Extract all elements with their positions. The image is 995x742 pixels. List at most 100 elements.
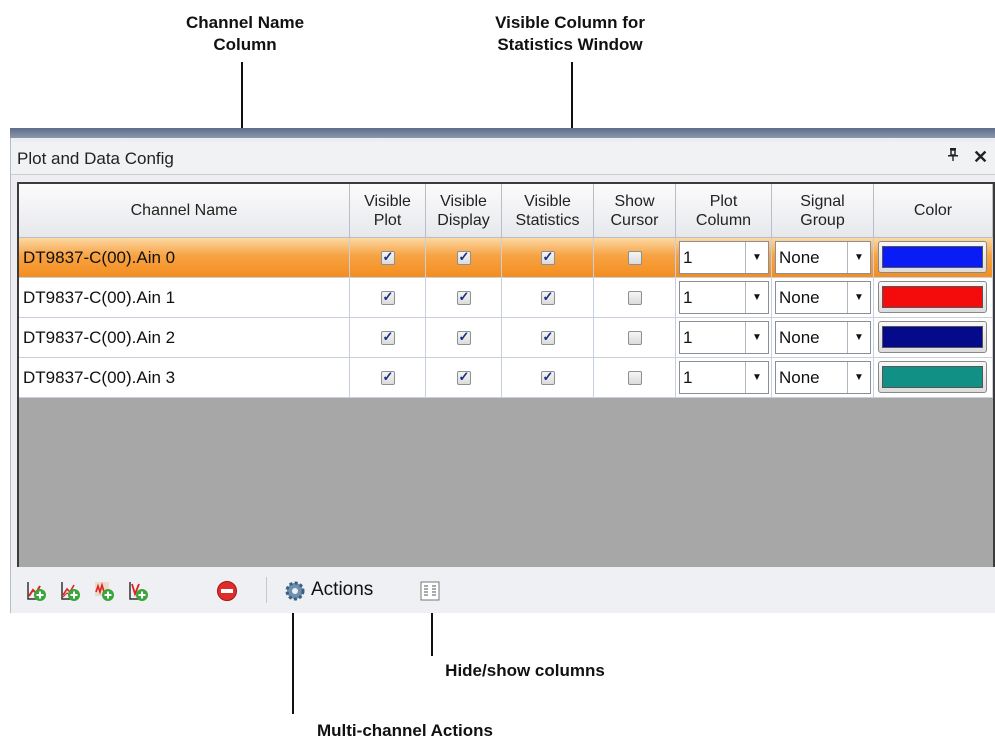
visible-plot-cell bbox=[350, 238, 426, 278]
channel-name-cell: DT9837-C(00).Ain 0 bbox=[19, 238, 350, 278]
plot-column-dropdown[interactable]: 1 ▼ bbox=[679, 241, 769, 274]
channel-name[interactable]: DT9837-C(00).Ain 1 bbox=[23, 288, 175, 308]
toolbar-separator bbox=[266, 577, 267, 603]
show-cursor-cell bbox=[594, 238, 676, 278]
color-swatch bbox=[882, 246, 983, 268]
plot-column-dropdown[interactable]: 1 ▼ bbox=[679, 281, 769, 314]
visible-statistics-cell bbox=[502, 238, 594, 278]
close-icon[interactable]: ✕ bbox=[973, 147, 988, 168]
panel-top-border bbox=[10, 128, 995, 138]
visible-plot-checkbox[interactable] bbox=[380, 289, 395, 305]
add-fft-plot-icon[interactable] bbox=[93, 580, 115, 602]
signal-group-value: None bbox=[779, 368, 820, 387]
add-xy-plot-icon[interactable] bbox=[127, 580, 149, 602]
channel-name-cell: DT9837-C(00).Ain 2 bbox=[19, 318, 350, 358]
header-visible-plot[interactable]: Visible Plot bbox=[350, 184, 426, 238]
add-multi-plot-icon[interactable] bbox=[59, 580, 81, 602]
plot-column-cell: 1 ▼ bbox=[676, 238, 772, 278]
channel-name[interactable]: DT9837-C(00).Ain 2 bbox=[23, 328, 175, 348]
visible-display-checkbox[interactable] bbox=[456, 329, 471, 345]
visible-plot-cell bbox=[350, 278, 426, 318]
header-visible-statistics[interactable]: Visible Statistics bbox=[502, 184, 594, 238]
signal-group-value: None bbox=[779, 328, 820, 347]
chevron-down-icon[interactable]: ▼ bbox=[745, 282, 768, 313]
channel-name[interactable]: DT9837-C(00).Ain 0 bbox=[23, 248, 175, 268]
chevron-down-icon[interactable]: ▼ bbox=[745, 322, 768, 353]
visible-plot-checkbox[interactable] bbox=[380, 369, 395, 385]
signal-group-cell: None ▼ bbox=[772, 318, 874, 358]
signal-group-cell: None ▼ bbox=[772, 278, 874, 318]
callout-line-hide-show bbox=[431, 610, 433, 656]
plot-column-value: 1 bbox=[683, 328, 693, 347]
show-cursor-checkbox[interactable] bbox=[627, 250, 642, 265]
callout-line-multi-actions bbox=[292, 610, 294, 714]
gear-icon[interactable] bbox=[284, 580, 306, 602]
signal-group-dropdown[interactable]: None ▼ bbox=[775, 281, 871, 314]
signal-group-dropdown[interactable]: None ▼ bbox=[775, 361, 871, 394]
chevron-down-icon[interactable]: ▼ bbox=[745, 362, 768, 393]
channel-name-cell: DT9837-C(00).Ain 3 bbox=[19, 358, 350, 398]
visible-statistics-checkbox[interactable] bbox=[540, 369, 555, 385]
color-cell bbox=[874, 318, 993, 358]
columns-icon[interactable] bbox=[419, 580, 441, 602]
visible-plot-checkbox[interactable] bbox=[380, 329, 395, 345]
chevron-down-icon[interactable]: ▼ bbox=[847, 322, 870, 353]
color-picker-button[interactable] bbox=[878, 361, 987, 393]
panel-titlebar: Plot and Data Config ✕ bbox=[11, 142, 995, 175]
signal-group-value: None bbox=[779, 248, 820, 267]
show-cursor-checkbox[interactable] bbox=[627, 290, 642, 305]
plot-column-value: 1 bbox=[683, 288, 693, 307]
signal-group-dropdown[interactable]: None ▼ bbox=[775, 241, 871, 274]
header-color[interactable]: Color bbox=[874, 184, 993, 238]
visible-display-checkbox[interactable] bbox=[456, 249, 471, 265]
panel-title: Plot and Data Config bbox=[17, 149, 174, 168]
header-show-cursor[interactable]: Show Cursor bbox=[594, 184, 676, 238]
signal-group-value: None bbox=[779, 288, 820, 307]
visible-display-checkbox[interactable] bbox=[456, 289, 471, 305]
color-cell bbox=[874, 358, 993, 398]
visible-display-cell bbox=[426, 358, 502, 398]
header-signal-group[interactable]: Signal Group bbox=[772, 184, 874, 238]
signal-group-cell: None ▼ bbox=[772, 358, 874, 398]
chevron-down-icon[interactable]: ▼ bbox=[847, 282, 870, 313]
chevron-down-icon[interactable]: ▼ bbox=[847, 362, 870, 393]
show-cursor-checkbox[interactable] bbox=[627, 370, 642, 385]
visible-plot-checkbox[interactable] bbox=[380, 249, 395, 265]
color-picker-button[interactable] bbox=[878, 241, 987, 273]
callout-hide-show-columns: Hide/show columns bbox=[445, 661, 605, 680]
visible-statistics-cell bbox=[502, 358, 594, 398]
plot-column-dropdown[interactable]: 1 ▼ bbox=[679, 321, 769, 354]
visible-display-checkbox[interactable] bbox=[456, 369, 471, 385]
channel-name-cell: DT9837-C(00).Ain 1 bbox=[19, 278, 350, 318]
color-swatch bbox=[882, 366, 983, 388]
visible-display-cell bbox=[426, 278, 502, 318]
visible-statistics-checkbox[interactable] bbox=[540, 249, 555, 265]
plot-column-value: 1 bbox=[683, 248, 693, 267]
actions-menu-button[interactable]: Actions bbox=[311, 579, 373, 601]
header-visible-display[interactable]: Visible Display bbox=[426, 184, 502, 238]
callout-visible-statistics-column: Visible Column for Statistics Window bbox=[495, 13, 645, 54]
visible-statistics-cell bbox=[502, 278, 594, 318]
pin-icon[interactable] bbox=[947, 147, 959, 165]
channel-name[interactable]: DT9837-C(00).Ain 3 bbox=[23, 368, 175, 388]
color-swatch bbox=[882, 286, 983, 308]
plot-column-value: 1 bbox=[683, 368, 693, 387]
color-picker-button[interactable] bbox=[878, 321, 987, 353]
signal-group-dropdown[interactable]: None ▼ bbox=[775, 321, 871, 354]
chevron-down-icon[interactable]: ▼ bbox=[847, 242, 870, 273]
header-plot-column[interactable]: Plot Column bbox=[676, 184, 772, 238]
show-cursor-checkbox[interactable] bbox=[627, 330, 642, 345]
plot-column-dropdown[interactable]: 1 ▼ bbox=[679, 361, 769, 394]
signal-group-cell: None ▼ bbox=[772, 238, 874, 278]
header-channel-name[interactable]: Channel Name bbox=[19, 184, 350, 238]
color-picker-button[interactable] bbox=[878, 281, 987, 313]
chevron-down-icon[interactable]: ▼ bbox=[745, 242, 768, 273]
visible-statistics-checkbox[interactable] bbox=[540, 289, 555, 305]
channel-config-grid: Channel Name Visible Plot Visible Displa… bbox=[17, 182, 995, 596]
remove-icon[interactable] bbox=[216, 580, 238, 602]
add-plot-icon[interactable] bbox=[25, 580, 47, 602]
visible-statistics-checkbox[interactable] bbox=[540, 329, 555, 345]
callout-channel-name-column: Channel Name Column bbox=[185, 13, 305, 54]
visible-statistics-cell bbox=[502, 318, 594, 358]
color-cell bbox=[874, 278, 993, 318]
